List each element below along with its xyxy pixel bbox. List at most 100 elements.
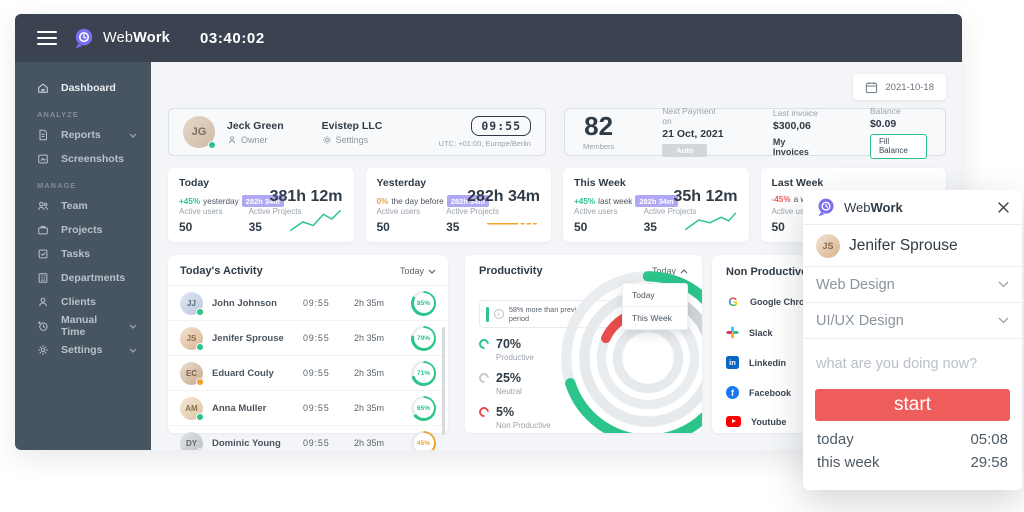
activity-percent-ring: 45% [411, 431, 436, 451]
trend-sparkline [286, 206, 344, 234]
activity-percent-ring: 71% [411, 361, 436, 386]
company-settings-link[interactable]: Settings [322, 135, 383, 145]
calendar-icon [865, 81, 878, 94]
sidebar-item-team[interactable]: Team [15, 194, 151, 218]
linkedin-icon: in [726, 356, 739, 369]
topbar: WebWork 03:40:02 [15, 14, 962, 62]
home-icon [37, 82, 49, 94]
report-icon [37, 129, 49, 141]
stat-card-today: Today +45% yesterday 282h 34m 381h 12m A… [168, 168, 354, 242]
date-picker[interactable]: 2021-10-18 [853, 74, 946, 100]
productivity-panel: Productivity Today Today This Week i 58%… [465, 255, 702, 433]
balance-value: $0.09 [870, 118, 927, 130]
status-dot [196, 378, 204, 386]
facebook-icon: f [726, 386, 739, 399]
chevron-down-icon [129, 348, 137, 353]
activity-description-input[interactable] [803, 345, 1022, 383]
my-invoices-link[interactable]: My Invoices [773, 137, 822, 157]
tracked-total: 381h 12m [270, 188, 343, 206]
widget-user-name: Jenifer Sprouse [849, 237, 958, 255]
today-total-row: today 05:08 [803, 428, 1022, 451]
task-icon [37, 248, 49, 260]
youtube-icon [726, 416, 741, 427]
trend-sparkline [483, 206, 541, 234]
avatar: JG [183, 116, 215, 148]
gear-icon [322, 135, 332, 145]
status-dot [196, 448, 204, 451]
accent-bar [486, 307, 489, 322]
tracker-widget: WebWork JS Jenifer Sprouse Web Design UI… [803, 190, 1022, 490]
google-chrome-icon: G [726, 295, 740, 309]
sidebar-item-projects[interactable]: Projects [15, 218, 151, 242]
widget-brand: WebWork [844, 200, 903, 215]
sidebar-item-manual-time[interactable]: Manual Time [15, 314, 151, 338]
activity-row: JJ John Johnson 09:55 2h 35m 85% [168, 286, 448, 321]
billing-card: 82 Members Next Payment on 21 Oct, 2021 … [564, 108, 946, 156]
activity-row: EC Eduard Couly 09:55 2h 35m 71% [168, 356, 448, 391]
sidebar-item-screenshots[interactable]: Screenshots [15, 147, 151, 171]
briefcase-icon [37, 224, 49, 236]
sidebar: Dashboard ANALYZE Reports Screenshots MA… [15, 62, 151, 450]
activity-percent-ring: 85% [411, 291, 436, 316]
owner-role: Owner [227, 135, 284, 145]
status-dot [196, 343, 204, 351]
tracked-total: 282h 34m [467, 188, 540, 206]
owner-card: JG Jeck Green Owner Evistep LLC Settings [168, 108, 546, 156]
stat-card-this-week: This Week +45% last week 282h 34m 35h 12… [563, 168, 749, 242]
sidebar-item-departments[interactable]: Departments [15, 266, 151, 290]
sidebar-section-manage: MANAGE [15, 171, 151, 194]
activity-row: AM Anna Muller 09:55 2h 35m 65% [168, 391, 448, 426]
departments-icon [37, 272, 49, 284]
activity-row: JS Jenifer Sprouse 09:55 2h 35m 79% [168, 321, 448, 356]
menu-item-this-week[interactable]: This Week [623, 307, 687, 329]
sidebar-item-clients[interactable]: Clients [15, 290, 151, 314]
menu-icon[interactable] [37, 28, 57, 49]
panel-title: Today's Activity [180, 265, 263, 277]
today-total-value: 05:08 [970, 428, 1008, 451]
work-clock: 09:55 [471, 116, 531, 136]
productive-arc-icon [477, 337, 491, 351]
activity-range-dropdown[interactable]: Today [400, 266, 436, 276]
task-select[interactable]: UI/UX Design [803, 303, 1022, 339]
close-icon[interactable] [998, 202, 1009, 213]
todays-activity-panel: Today's Activity Today JJ John Johnson 0… [168, 255, 448, 433]
neutral-arc-icon [477, 371, 491, 385]
productivity-legend: 70% Productive 25% Neutral 5% Non Produc… [479, 337, 551, 433]
scrollbar[interactable] [442, 327, 446, 435]
sidebar-item-reports[interactable]: Reports [15, 123, 151, 147]
sidebar-item-settings[interactable]: Settings [15, 338, 151, 362]
sidebar-item-dashboard[interactable]: Dashboard [15, 76, 151, 100]
info-icon: i [494, 309, 504, 319]
tracked-total: 35h 12m [673, 188, 737, 206]
online-status-dot [208, 141, 216, 149]
avatar: JS [816, 234, 840, 258]
company-name: Evistep LLC [322, 120, 383, 132]
chevron-down-icon [129, 324, 137, 329]
sidebar-item-tasks[interactable]: Tasks [15, 242, 151, 266]
compare-badge: 282h 34m [635, 195, 677, 207]
project-select[interactable]: Web Design [803, 267, 1022, 303]
week-total-value: 29:58 [970, 451, 1008, 474]
brand: WebWork [73, 27, 170, 49]
chevron-down-icon [998, 281, 1009, 288]
next-payment-date: 21 Oct, 2021 [662, 128, 725, 140]
timezone-label: UTC: +01:00, Europe/Berlin [439, 139, 531, 148]
members-count: 82 [583, 113, 614, 139]
activity-percent-ring: 65% [411, 396, 436, 421]
panel-title: Productivity [479, 265, 543, 277]
widget-user: JS Jenifer Sprouse [803, 225, 1022, 267]
date-value: 2021-10-18 [885, 82, 934, 93]
webwork-logo-icon [73, 27, 95, 49]
owner-name: Jeck Green [227, 120, 284, 132]
activity-percent-ring: 79% [411, 326, 436, 351]
non-productive-arc-icon [477, 405, 491, 419]
fill-balance-button[interactable]: Fill Balance [870, 134, 927, 159]
client-icon [37, 296, 49, 308]
person-icon [227, 135, 237, 145]
slack-icon [726, 326, 739, 339]
last-invoice-value: $300,06 [773, 120, 822, 132]
chevron-down-icon [998, 317, 1009, 324]
menu-item-today[interactable]: Today [623, 284, 687, 307]
status-dot [196, 308, 204, 316]
start-button[interactable]: start [815, 389, 1010, 421]
